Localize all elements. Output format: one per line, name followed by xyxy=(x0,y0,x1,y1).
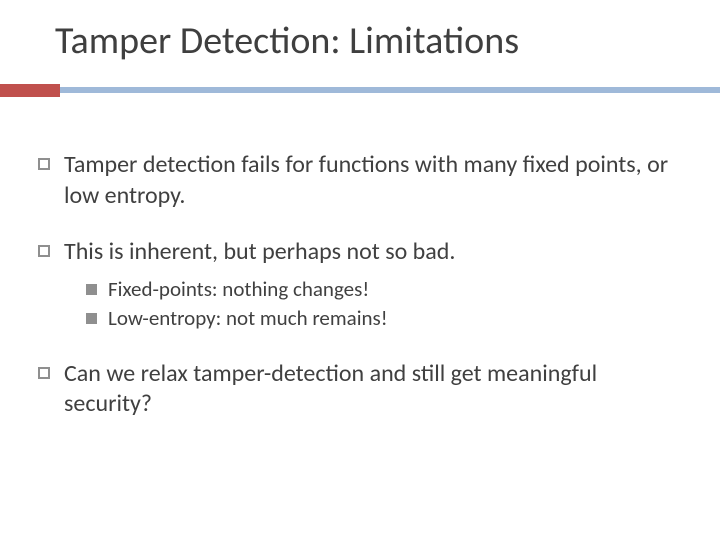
bullet-hollow-icon xyxy=(38,158,50,170)
list-item-text: Can we relax tamper-detection and still … xyxy=(64,359,678,420)
list-item: Can we relax tamper-detection and still … xyxy=(38,359,678,420)
list-item: Low-entropy: not much remains! xyxy=(86,305,678,332)
slide: Tamper Detection: Limitations Tamper det… xyxy=(0,0,720,540)
bullet-hollow-icon xyxy=(38,245,50,257)
accent-bar-blue xyxy=(60,87,720,93)
sub-list: Fixed-points: nothing changes! Low-entro… xyxy=(86,276,678,333)
list-item: This is inherent, but perhaps not so bad… xyxy=(38,237,678,268)
accent-bar-orange xyxy=(0,84,60,97)
slide-title: Tamper Detection: Limitations xyxy=(55,18,519,64)
list-item: Tamper detection fails for functions wit… xyxy=(38,150,678,211)
bullet-hollow-icon xyxy=(38,367,50,379)
list-item-text: Fixed-points: nothing changes! xyxy=(108,276,678,303)
list-item-text: Low-entropy: not much remains! xyxy=(108,305,678,332)
body-content: Tamper detection fails for functions wit… xyxy=(38,150,678,446)
list-item: Fixed-points: nothing changes! xyxy=(86,276,678,303)
bullet-solid-icon xyxy=(86,313,97,324)
list-item-text: This is inherent, but perhaps not so bad… xyxy=(64,237,678,268)
list-item-text: Tamper detection fails for functions wit… xyxy=(64,150,678,211)
bullet-solid-icon xyxy=(86,284,97,295)
